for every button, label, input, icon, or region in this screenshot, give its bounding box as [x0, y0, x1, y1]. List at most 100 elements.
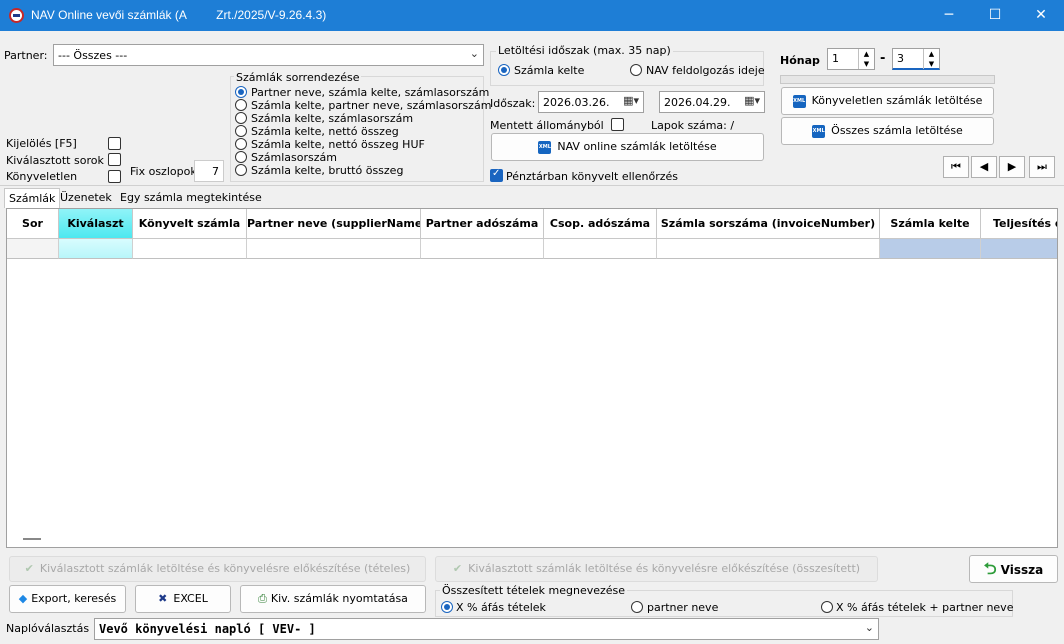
kijeloles-checkbox[interactable] — [108, 137, 121, 150]
spin-arrows-icon[interactable]: ▲ ▼ — [923, 49, 939, 69]
date-from-picker[interactable]: 2026.03.26. ▦▾ — [538, 91, 644, 113]
prepare-itemized-button[interactable]: ✔ Kiválasztott számlák letöltése és könyv… — [9, 556, 426, 582]
month-to-spinner[interactable]: 3 ▲ ▼ — [892, 48, 940, 70]
prev-record-icon[interactable]: ◀ — [971, 156, 997, 178]
col-header-szamla-sorszama[interactable]: Számla sorszáma (invoiceNumber) — [657, 209, 880, 239]
invoice-grid[interactable]: Sor Kiválaszt Könyvelt számla Partner ne… — [6, 208, 1058, 548]
sort-option[interactable]: Számla kelte, nettó összeg HUF — [235, 138, 483, 151]
col-header-szamla-kelte[interactable]: Számla kelte — [880, 209, 981, 239]
spin-arrows-icon[interactable]: ▲ ▼ — [858, 49, 874, 69]
sort-option-radio[interactable] — [235, 99, 247, 111]
sort-option[interactable]: Számlasorszám — [235, 151, 483, 164]
kivalasztott-sorok-label: Kiválasztott sorok — [6, 154, 104, 167]
table-cell[interactable] — [247, 239, 421, 259]
date-to-value: 2026.04.29. — [664, 96, 731, 109]
sort-option[interactable]: Számla kelte, partner neve, számlasorszá… — [235, 99, 491, 112]
cash-check-checkbox[interactable] — [490, 168, 503, 182]
calendar-icon: ▦▾ — [623, 94, 639, 107]
month-from-spinner[interactable]: 1 ▲ ▼ — [827, 48, 875, 70]
back-button[interactable]: ⮌ Vissza — [969, 555, 1058, 583]
date-to-picker[interactable]: 2026.04.29. ▦▾ — [659, 91, 765, 113]
invoice-date-radio[interactable] — [498, 64, 510, 76]
invoice-date-label: Számla kelte — [514, 64, 585, 77]
summary-option-vat-radio[interactable] — [441, 601, 453, 613]
back-label: Vissza — [1000, 563, 1044, 577]
xml-icon: XML — [538, 140, 552, 154]
col-header-kivalaszt[interactable]: Kiválaszt — [59, 209, 133, 239]
table-cell[interactable] — [981, 239, 1057, 259]
check-icon: ✔ — [452, 562, 463, 575]
unbooked-download-label: Könyveletlen számlák letöltése — [811, 94, 983, 107]
close-button[interactable]: ✕ — [1018, 0, 1064, 31]
unbooked-download-button[interactable]: XML Könyveletlen számlák letöltése — [781, 87, 994, 115]
sort-option-radio[interactable] — [235, 112, 247, 124]
summary-option-both-label: X % áfás tételek + partner neve — [836, 601, 1014, 614]
table-cell[interactable] — [133, 239, 247, 259]
tab-uzenetek[interactable]: Üzenetek — [56, 188, 116, 208]
sort-option-label: Partner neve, számla kelte, számlasorszá… — [251, 86, 490, 99]
pages-label: Lapok száma: / — [651, 119, 735, 132]
sort-option-radio[interactable] — [235, 164, 247, 176]
sort-option-label: Számla kelte, bruttó összeg — [251, 164, 404, 177]
chevron-down-icon: ⌄ — [469, 47, 479, 60]
journal-select[interactable]: Vevő könyvelési napló [ VEV- ] ⌄ — [94, 618, 879, 640]
month-to-value: 3 — [897, 52, 904, 65]
saved-file-checkbox[interactable] — [611, 118, 624, 131]
print-button[interactable]: ⎙ Kiv. számlák nyomtatása — [240, 585, 426, 613]
tab-szamlak[interactable]: Számlák — [4, 188, 61, 208]
sort-option-radio[interactable] — [235, 86, 247, 98]
col-header-csop-adoszama[interactable]: Csop. adószáma — [544, 209, 657, 239]
next-record-icon[interactable]: ▶ — [999, 156, 1025, 178]
prepare-summary-label: Kiválasztott számlák letöltése és könyve… — [468, 562, 861, 575]
cash-check-label: Pénztárban könyvelt ellenőrzés — [506, 170, 678, 183]
sort-option-radio[interactable] — [235, 138, 247, 150]
export-button[interactable]: ◆ Export, keresés — [9, 585, 126, 613]
prepare-summary-button[interactable]: ✔ Kiválasztott számlák letöltése és könyv… — [435, 556, 878, 582]
last-record-icon[interactable]: ⏭ — [1029, 156, 1055, 178]
sort-option[interactable]: Számla kelte, nettó összeg — [235, 125, 483, 138]
table-cell[interactable] — [7, 239, 59, 259]
excel-button[interactable]: ✖ EXCEL — [135, 585, 231, 613]
fix-oszlopok-input[interactable]: 7 — [194, 160, 224, 182]
printer-icon: ⎙ — [258, 592, 267, 605]
sort-option[interactable]: Számla kelte, számlasorszám — [235, 112, 483, 125]
sort-option-radio[interactable] — [235, 125, 247, 137]
nav-download-button[interactable]: XML NAV online számlák letöltése — [491, 133, 764, 161]
partner-select[interactable]: --- Összes --- ⌄ — [53, 44, 484, 66]
excel-label: EXCEL — [173, 592, 208, 605]
sort-option[interactable]: Partner neve, számla kelte, számlasorszá… — [235, 86, 489, 99]
table-cell[interactable] — [59, 239, 133, 259]
month-from-value: 1 — [832, 52, 839, 65]
progress-bar — [780, 75, 995, 84]
nav-date-radio[interactable] — [630, 64, 642, 76]
table-cell[interactable] — [657, 239, 880, 259]
col-header-sor[interactable]: Sor — [7, 209, 59, 239]
table-cell[interactable] — [880, 239, 981, 259]
summary-option-partner-radio[interactable] — [631, 601, 643, 613]
all-download-button[interactable]: XML Összes számla letöltése — [781, 117, 994, 145]
splitter-handle[interactable] — [23, 538, 41, 540]
col-header-partner-adoszama[interactable]: Partner adószáma — [421, 209, 544, 239]
col-header-teljesites[interactable]: Teljesítés d — [981, 209, 1057, 239]
fix-oszlopok-label: Fix oszlopok — [130, 165, 197, 178]
first-record-icon[interactable]: ⏮ — [943, 156, 969, 178]
table-cell[interactable] — [421, 239, 544, 259]
journal-label: Naplóválasztás — [6, 622, 90, 635]
minimize-button[interactable]: ─ — [926, 0, 972, 31]
summary-option-both-radio[interactable] — [821, 601, 833, 613]
col-header-partner-neve[interactable]: Partner neve (supplierName) — [247, 209, 421, 239]
sort-option-label: Számla kelte, nettó összeg — [251, 125, 399, 138]
calendar-icon: ▦▾ — [744, 94, 760, 107]
prepare-itemized-label: Kiválasztott számlák letöltése és könyve… — [39, 562, 411, 575]
tab-egy-szamla[interactable]: Egy számla megtekintése — [116, 188, 266, 208]
sort-option[interactable]: Számla kelte, bruttó összeg — [235, 164, 483, 177]
konyveletlen-checkbox[interactable] — [108, 170, 121, 183]
sort-option-radio[interactable] — [235, 151, 247, 163]
month-dash: - — [880, 51, 886, 66]
maximize-button[interactable]: ☐ — [972, 0, 1018, 31]
table-cell[interactable] — [544, 239, 657, 259]
col-header-konyvelt[interactable]: Könyvelt számla — [133, 209, 247, 239]
kivalasztott-sorok-checkbox[interactable] — [108, 153, 121, 166]
window-title: NAV Online vevői számlák (A Zrt./2025/V-… — [31, 8, 327, 22]
sort-option-label: Számla kelte, partner neve, számlasorszá… — [251, 99, 492, 112]
